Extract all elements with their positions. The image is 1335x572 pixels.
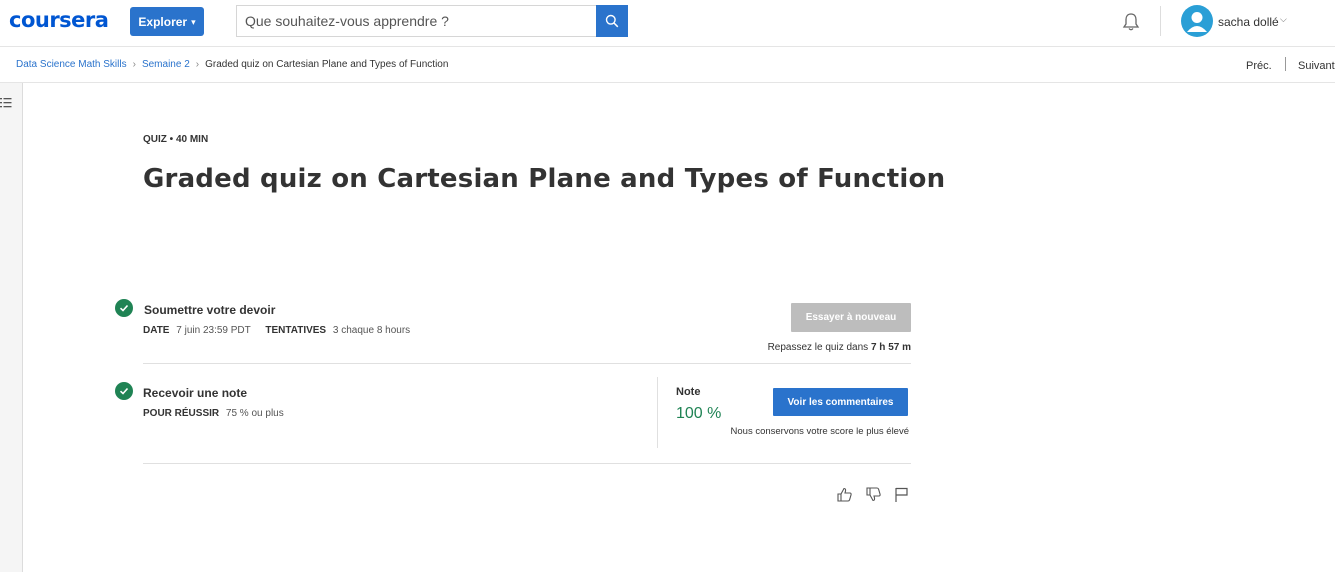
quiz-meta: QUIZ • 40 MIN bbox=[143, 134, 209, 145]
breadcrumb-week[interactable]: Semaine 2 bbox=[142, 59, 190, 70]
date-value: 7 juin 23:59 PDT bbox=[176, 325, 251, 336]
check-icon bbox=[115, 382, 133, 400]
top-header: coursera Explorer ▾ sacha dollé ⌵ bbox=[0, 0, 1335, 47]
breadcrumb-current: Graded quiz on Cartesian Plane and Types… bbox=[205, 59, 449, 70]
flag-icon[interactable] bbox=[893, 486, 910, 503]
breadcrumb: Data Science Math Skills › Semaine 2 › G… bbox=[16, 59, 448, 70]
bell-icon[interactable] bbox=[1120, 11, 1142, 33]
retake-note: Repassez le quiz dans 7 h 57 m bbox=[768, 342, 911, 353]
grade-divider bbox=[657, 377, 658, 448]
search-icon bbox=[605, 14, 619, 28]
check-icon bbox=[115, 299, 133, 317]
pass-value: 75 % ou plus bbox=[225, 408, 284, 419]
header-divider bbox=[1160, 6, 1161, 36]
attempts-label: TENTATIVES bbox=[265, 325, 327, 336]
explore-button[interactable]: Explorer ▾ bbox=[130, 7, 204, 36]
coursera-logo[interactable]: coursera bbox=[9, 8, 109, 32]
page-title: Graded quiz on Cartesian Plane and Types… bbox=[143, 164, 946, 194]
next-link[interactable]: Suivant bbox=[1298, 60, 1335, 72]
explore-label: Explorer bbox=[138, 14, 188, 29]
list-icon[interactable] bbox=[0, 97, 12, 111]
chevron-down-icon[interactable]: ⌵ bbox=[1280, 14, 1287, 25]
retake-prefix: Repassez le quiz dans bbox=[767, 342, 869, 353]
search-button[interactable] bbox=[596, 5, 628, 37]
user-name[interactable]: sacha dollé bbox=[1218, 15, 1279, 29]
search-input[interactable] bbox=[236, 5, 596, 37]
grade-label: Note bbox=[676, 386, 701, 398]
keep-highest-note: Nous conservons votre score le plus élev… bbox=[730, 426, 909, 437]
retry-button[interactable]: Essayer à nouveau bbox=[791, 303, 911, 332]
chevron-right-icon: › bbox=[132, 59, 136, 70]
left-rail bbox=[0, 83, 23, 572]
avatar-icon[interactable] bbox=[1181, 5, 1213, 37]
previous-link[interactable]: Préc. bbox=[1246, 60, 1272, 72]
divider bbox=[143, 363, 911, 364]
submit-step-meta: DATE 7 juin 23:59 PDT TENTATIVES 3 chaqu… bbox=[143, 325, 410, 336]
breadcrumb-course[interactable]: Data Science Math Skills bbox=[16, 59, 127, 70]
breadcrumb-bar: Data Science Math Skills › Semaine 2 › G… bbox=[0, 47, 1335, 83]
chevron-right-icon: › bbox=[195, 59, 200, 70]
pass-label: POUR RÉUSSIR bbox=[143, 408, 220, 419]
attempts-value: 3 chaque 8 hours bbox=[332, 325, 411, 336]
submit-step-title: Soumettre votre devoir bbox=[144, 303, 276, 317]
view-feedback-button[interactable]: Voir les commentaires bbox=[773, 388, 908, 416]
date-label: DATE bbox=[143, 325, 170, 336]
divider bbox=[143, 463, 911, 464]
chevron-down-icon: ▾ bbox=[191, 16, 196, 27]
thumbs-down-icon[interactable] bbox=[865, 486, 882, 503]
retake-time: 7 h 57 m bbox=[870, 342, 911, 353]
grade-step-title: Recevoir une note bbox=[143, 386, 248, 400]
grade-step-meta: POUR RÉUSSIR 75 % ou plus bbox=[143, 408, 284, 419]
grade-value: 100 % bbox=[676, 405, 722, 422]
nav-divider bbox=[1285, 57, 1286, 71]
thumbs-up-icon[interactable] bbox=[836, 486, 853, 503]
